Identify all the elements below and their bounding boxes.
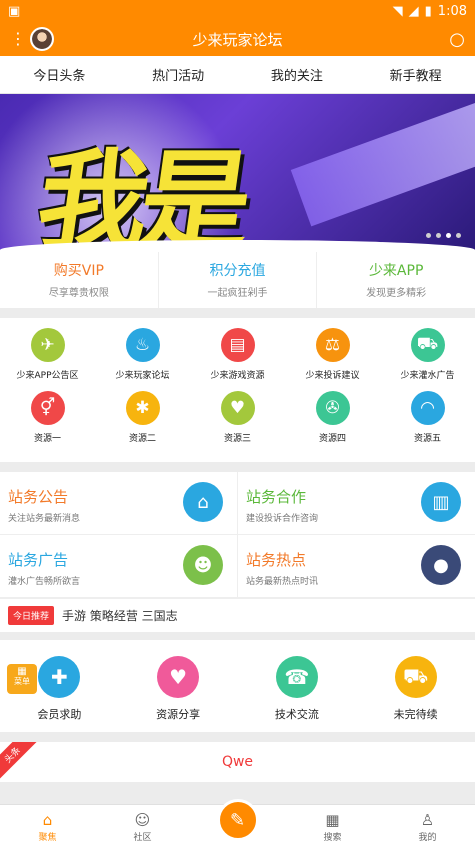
store-icon: ⌂ <box>183 482 223 522</box>
nav-focus[interactable]: ⌂ 聚焦 <box>0 812 95 846</box>
grid-icon: ▦ <box>17 666 27 677</box>
building-icon: ▥ <box>421 482 461 522</box>
list-icon: ▤ <box>220 328 255 362</box>
recommend-text: 手游 策略经营 三国志 <box>62 609 178 623</box>
promo-points-topup[interactable]: 积分充值 一起疯狂剁手 <box>159 252 318 308</box>
banner-carousel[interactable]: 我是 <box>0 94 475 252</box>
status-time: 1:08 <box>437 3 467 19</box>
quick-to-be-continued[interactable]: ⛟ 未完待续 <box>356 656 475 722</box>
puzzle-icon: ✚ <box>38 656 81 698</box>
grid-item-game-resources[interactable]: ▤ 少来游戏资源 <box>190 328 285 381</box>
user-icon: ♙ <box>420 811 435 829</box>
card-station-cooperation[interactable]: 站务合作 建设投诉合作咨询 ▥ <box>238 472 475 534</box>
nav-community[interactable]: ☺ 社区 <box>95 812 190 846</box>
category-grid: ✈ 少来APP公告区 ♨ 少来玩家论坛 ▤ 少来游戏资源 ⚖ 少来投诉建议 ⛟ 少来灌水广… <box>0 318 475 462</box>
gender-icon: ⚥ <box>30 391 65 425</box>
app-bar: ⋮ 少来玩家论坛 ○ <box>0 22 475 56</box>
avatar[interactable] <box>30 27 54 51</box>
tab-my-follows[interactable]: 我的关注 <box>238 65 357 84</box>
grid-item-complaints[interactable]: ⚖ 少来投诉建议 <box>285 328 380 381</box>
nav-search[interactable]: ▦ 搜索 <box>285 812 380 846</box>
headline-item[interactable]: 头条 Qwe <box>0 742 475 782</box>
chat-icon: ☺ <box>134 811 151 829</box>
grid-item-resource-3[interactable]: ♥ 资源三 <box>190 391 285 444</box>
family-icon: ✱ <box>125 391 160 425</box>
tab-beginner-tutorial[interactable]: 新手教程 <box>356 65 475 84</box>
today-recommend[interactable]: 今日推荐 手游 策略经营 三国志 <box>0 598 475 632</box>
headphones-icon: ◠ <box>410 391 445 425</box>
quick-resource-share[interactable]: ♥ 资源分享 <box>119 656 238 722</box>
quick-tech-exchange[interactable]: ☎ 技术交流 <box>238 656 357 722</box>
card-station-ads[interactable]: 站务广告 灌水广告畅所欲言 ☻ <box>0 535 238 597</box>
nav-post[interactable]: ✎ <box>190 799 285 846</box>
home-icon: ⌂ <box>42 811 53 829</box>
grid-item-forum[interactable]: ♨ 少来玩家论坛 <box>95 328 190 381</box>
tab-today-headlines[interactable]: 今日头条 <box>0 65 119 84</box>
grid-icon: ▦ <box>325 811 340 829</box>
promo-app[interactable]: 少来APP 发现更多精彩 <box>317 252 475 308</box>
banner-text: 我是 <box>29 137 252 252</box>
tab-hot-events[interactable]: 热门活动 <box>119 65 238 84</box>
quick-actions: ▦ 菜单 ✚ 会员求助 ♥ 资源分享 ☎ 技术交流 ⛟ 未完待续 <box>0 640 475 732</box>
more-icon[interactable]: ⋮ <box>10 31 26 47</box>
grid-item-resource-5[interactable]: ◠ 资源五 <box>380 391 475 444</box>
grid-item-resource-4[interactable]: ✇ 资源四 <box>285 391 380 444</box>
film-reel-icon: ✇ <box>315 391 350 425</box>
car-icon: ⛟ <box>410 328 445 362</box>
menu-button[interactable]: ▦ 菜单 <box>7 664 37 694</box>
bell-icon: ♨ <box>125 328 160 362</box>
person-icon: ☻ <box>183 545 223 585</box>
grid-item-ads[interactable]: ⛟ 少来灌水广告 <box>380 328 475 381</box>
search-icon[interactable]: ○ <box>449 29 465 50</box>
promo-row: 购买VIP 尽享尊贵权限 积分充值 一起疯狂剁手 少来APP 发现更多精彩 <box>0 252 475 308</box>
heart-icon: ♥ <box>220 391 255 425</box>
signal-icon: ◢ <box>408 3 419 19</box>
plane-icon: ✈ <box>30 328 65 362</box>
status-bar: ▣ ◥ ◢ ▮ 1:08 <box>0 0 475 22</box>
nav-mine[interactable]: ♙ 我的 <box>380 812 475 846</box>
battery-icon: ▮ <box>424 3 432 19</box>
promo-buy-vip[interactable]: 购买VIP 尽享尊贵权限 <box>0 252 159 308</box>
carousel-pager <box>426 233 461 238</box>
android-icon: ▣ <box>8 3 21 19</box>
headline-title: Qwe <box>221 754 254 770</box>
grid-item-resource-1[interactable]: ⚥ 资源一 <box>0 391 95 444</box>
station-cards: 站务公告 关注站务最新消息 ⌂ 站务合作 建设投诉合作咨询 ▥ 站务广告 灌水广… <box>0 472 475 598</box>
recommend-tag: 今日推荐 <box>8 606 55 625</box>
app-title: 少来玩家论坛 <box>192 30 283 49</box>
top-tabs: 今日头条 热门活动 我的关注 新手教程 <box>0 56 475 94</box>
hammer-icon: ⚖ <box>315 328 350 362</box>
handshake-heart-icon: ♥ <box>157 656 200 698</box>
coin-icon: ● <box>421 545 461 585</box>
compose-icon[interactable]: ✎ <box>216 799 259 841</box>
wifi-icon: ◥ <box>392 3 403 19</box>
card-station-hot[interactable]: 站务热点 站务最新热点时讯 ● <box>238 535 475 597</box>
grid-item-resource-2[interactable]: ✱ 资源二 <box>95 391 190 444</box>
bottom-nav: ⌂ 聚焦 ☺ 社区 ✎ ▦ 搜索 ♙ 我的 <box>0 799 475 846</box>
phone-book-icon: ☎ <box>275 656 318 698</box>
car-icon: ⛟ <box>394 656 437 698</box>
grid-item-announcements[interactable]: ✈ 少来APP公告区 <box>0 328 95 381</box>
card-station-notice[interactable]: 站务公告 关注站务最新消息 ⌂ <box>0 472 238 534</box>
